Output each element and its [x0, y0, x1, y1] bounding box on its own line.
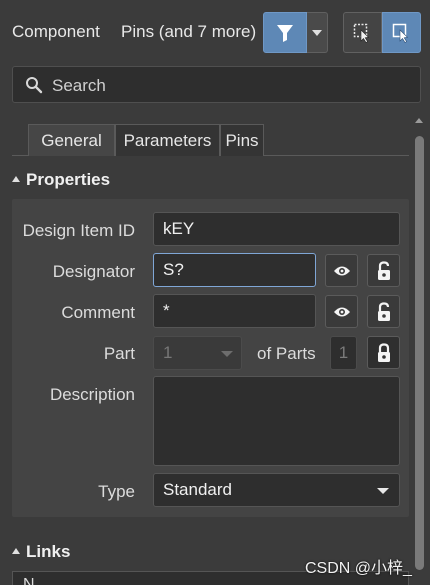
lock-icon — [377, 260, 390, 280]
comment-visibility-button[interactable] — [325, 295, 358, 328]
links-section-header[interactable]: Links — [12, 542, 70, 562]
part-label: Part — [103, 344, 135, 363]
comment-label: Comment — [61, 303, 135, 322]
search-icon — [26, 77, 43, 94]
properties-section-header[interactable]: Properties — [12, 170, 110, 190]
scroll-up-arrow[interactable] — [415, 118, 423, 123]
panel-header: Component Pins (and 7 more) — [0, 0, 430, 62]
watermark-text: CSDN @小梓_ — [305, 560, 412, 577]
tab-parameters[interactable]: Parameters — [115, 124, 220, 156]
type-select[interactable]: Standard — [153, 473, 400, 507]
scrollbar-thumb[interactable] — [415, 136, 424, 570]
lock-icon — [377, 342, 390, 362]
chevron-down-icon — [221, 351, 233, 357]
of-parts-label: of Parts — [257, 344, 316, 363]
comment-lock-button[interactable] — [367, 295, 400, 328]
select-touching-icon — [392, 23, 408, 43]
type-select-value: Standard — [163, 480, 232, 499]
designator-field[interactable]: S? — [153, 253, 316, 287]
chevron-down-icon — [377, 488, 389, 494]
part-select-value: 1 — [163, 343, 173, 362]
part-select[interactable]: 1 — [153, 336, 242, 370]
select-touching-button[interactable] — [382, 12, 421, 53]
part-lock-button[interactable] — [367, 336, 400, 369]
collapse-triangle-icon — [12, 176, 20, 182]
select-inside-button[interactable] — [343, 12, 382, 53]
filter-button[interactable] — [263, 12, 307, 53]
filter-dropdown-button[interactable] — [307, 12, 328, 53]
design-item-id-field[interactable]: kEY — [153, 212, 400, 246]
select-inside-icon — [353, 23, 369, 43]
selection-summary: Pins (and 7 more) — [121, 22, 257, 41]
tab-pins[interactable]: Pins — [220, 124, 264, 156]
panel-title: Component — [12, 22, 100, 41]
eye-icon — [333, 266, 350, 275]
parts-count-field: 1 — [330, 336, 357, 370]
eye-icon — [333, 307, 350, 316]
description-label: Description — [49, 385, 135, 404]
search-input[interactable]: Search — [52, 76, 106, 96]
design-item-id-label: Design Item ID — [22, 221, 135, 240]
tab-bar: General Parameters Pins — [12, 124, 409, 156]
filter-icon — [277, 24, 293, 42]
search-box[interactable]: Search — [12, 66, 421, 103]
tab-general[interactable]: General — [28, 124, 115, 156]
collapse-triangle-icon — [12, 548, 20, 554]
designator-visibility-button[interactable] — [325, 254, 358, 287]
chevron-down-icon — [312, 29, 322, 36]
designator-lock-button[interactable] — [367, 254, 400, 287]
links-section-label: Links — [26, 542, 71, 561]
designator-label: Designator — [52, 262, 135, 281]
comment-field[interactable]: * — [153, 294, 316, 328]
description-field[interactable] — [153, 376, 400, 466]
type-label: Type — [98, 482, 135, 501]
properties-section-label: Properties — [26, 170, 111, 189]
lock-icon — [377, 301, 390, 321]
